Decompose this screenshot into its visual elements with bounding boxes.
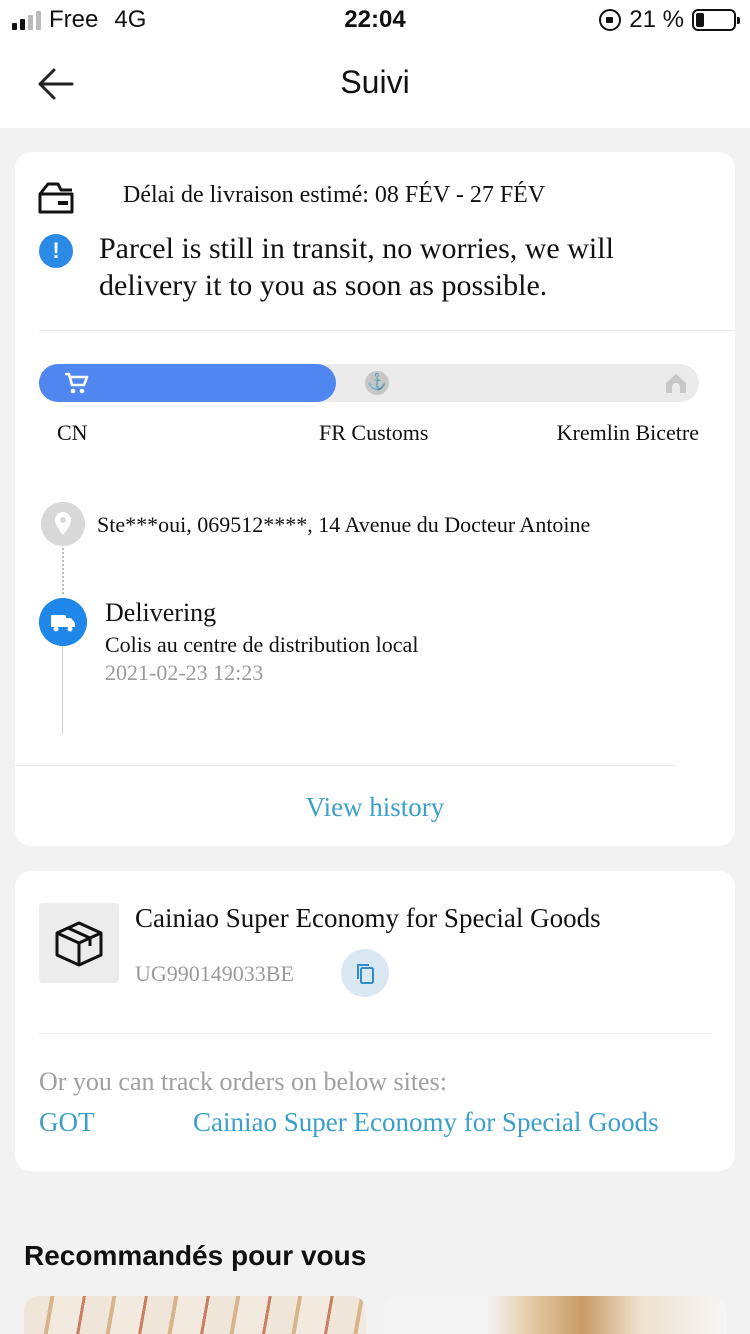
package-icon	[39, 903, 119, 983]
divider	[39, 1033, 711, 1034]
timeline-connector	[62, 548, 64, 594]
cart-icon	[65, 372, 89, 394]
copy-button[interactable]	[341, 949, 389, 997]
delivery-box-icon	[38, 182, 74, 214]
recommendations-title: Recommandés pour vous	[24, 1240, 367, 1271]
divider	[39, 330, 735, 331]
event-timestamp: 2021-02-23 12:23	[105, 660, 264, 685]
tracking-card: Délai de livraison estimé: 08 FÉV - 27 F…	[15, 152, 735, 846]
event-description: Colis au centre de distribution local	[105, 632, 419, 657]
progress-track: ⚓	[39, 364, 699, 402]
battery-icon	[692, 9, 740, 31]
rotation-lock-icon	[599, 9, 622, 31]
timeline-line	[62, 646, 63, 734]
info-icon: !	[39, 234, 73, 268]
view-history-link[interactable]: View history	[15, 792, 735, 823]
event-title: Delivering	[105, 598, 217, 627]
divider	[15, 765, 677, 766]
page-title: Suivi	[340, 64, 410, 100]
tracking-number: UG990149033BE	[135, 961, 294, 986]
product-thumbnail[interactable]	[384, 1296, 726, 1334]
shipment-card: Cainiao Super Economy for Special Goods …	[15, 871, 735, 1171]
home-icon	[666, 374, 686, 393]
nav-header: Suivi	[0, 42, 750, 128]
status-bar: Free 4G 22:04 21 %	[0, 0, 750, 42]
location-pin-icon	[41, 502, 85, 546]
stage-destination: Kremlin Bicetre	[556, 420, 699, 445]
stage-origin: CN	[57, 420, 88, 445]
delivery-truck-icon	[39, 598, 87, 646]
delivery-address: Ste***oui, 069512****, 14 Avenue du Doct…	[97, 512, 591, 537]
site-link-cainiao[interactable]: Cainiao Super Economy for Special Goods	[193, 1107, 659, 1138]
product-thumbnail[interactable]	[24, 1296, 366, 1334]
other-sites-label: Or you can track orders on below sites:	[39, 1067, 447, 1096]
battery-percent: 21 %	[629, 6, 684, 33]
eta-text: Délai de livraison estimé: 08 FÉV - 27 F…	[123, 182, 546, 208]
site-link-got[interactable]: GOT	[39, 1107, 95, 1138]
carrier-name: Cainiao Super Economy for Special Goods	[135, 903, 601, 933]
stage-customs: FR Customs	[319, 420, 429, 445]
anchor-icon: ⚓	[365, 371, 389, 395]
status-right: 21 %	[599, 6, 740, 34]
transit-notice: Parcel is still in transit, no worries, …	[99, 232, 614, 302]
